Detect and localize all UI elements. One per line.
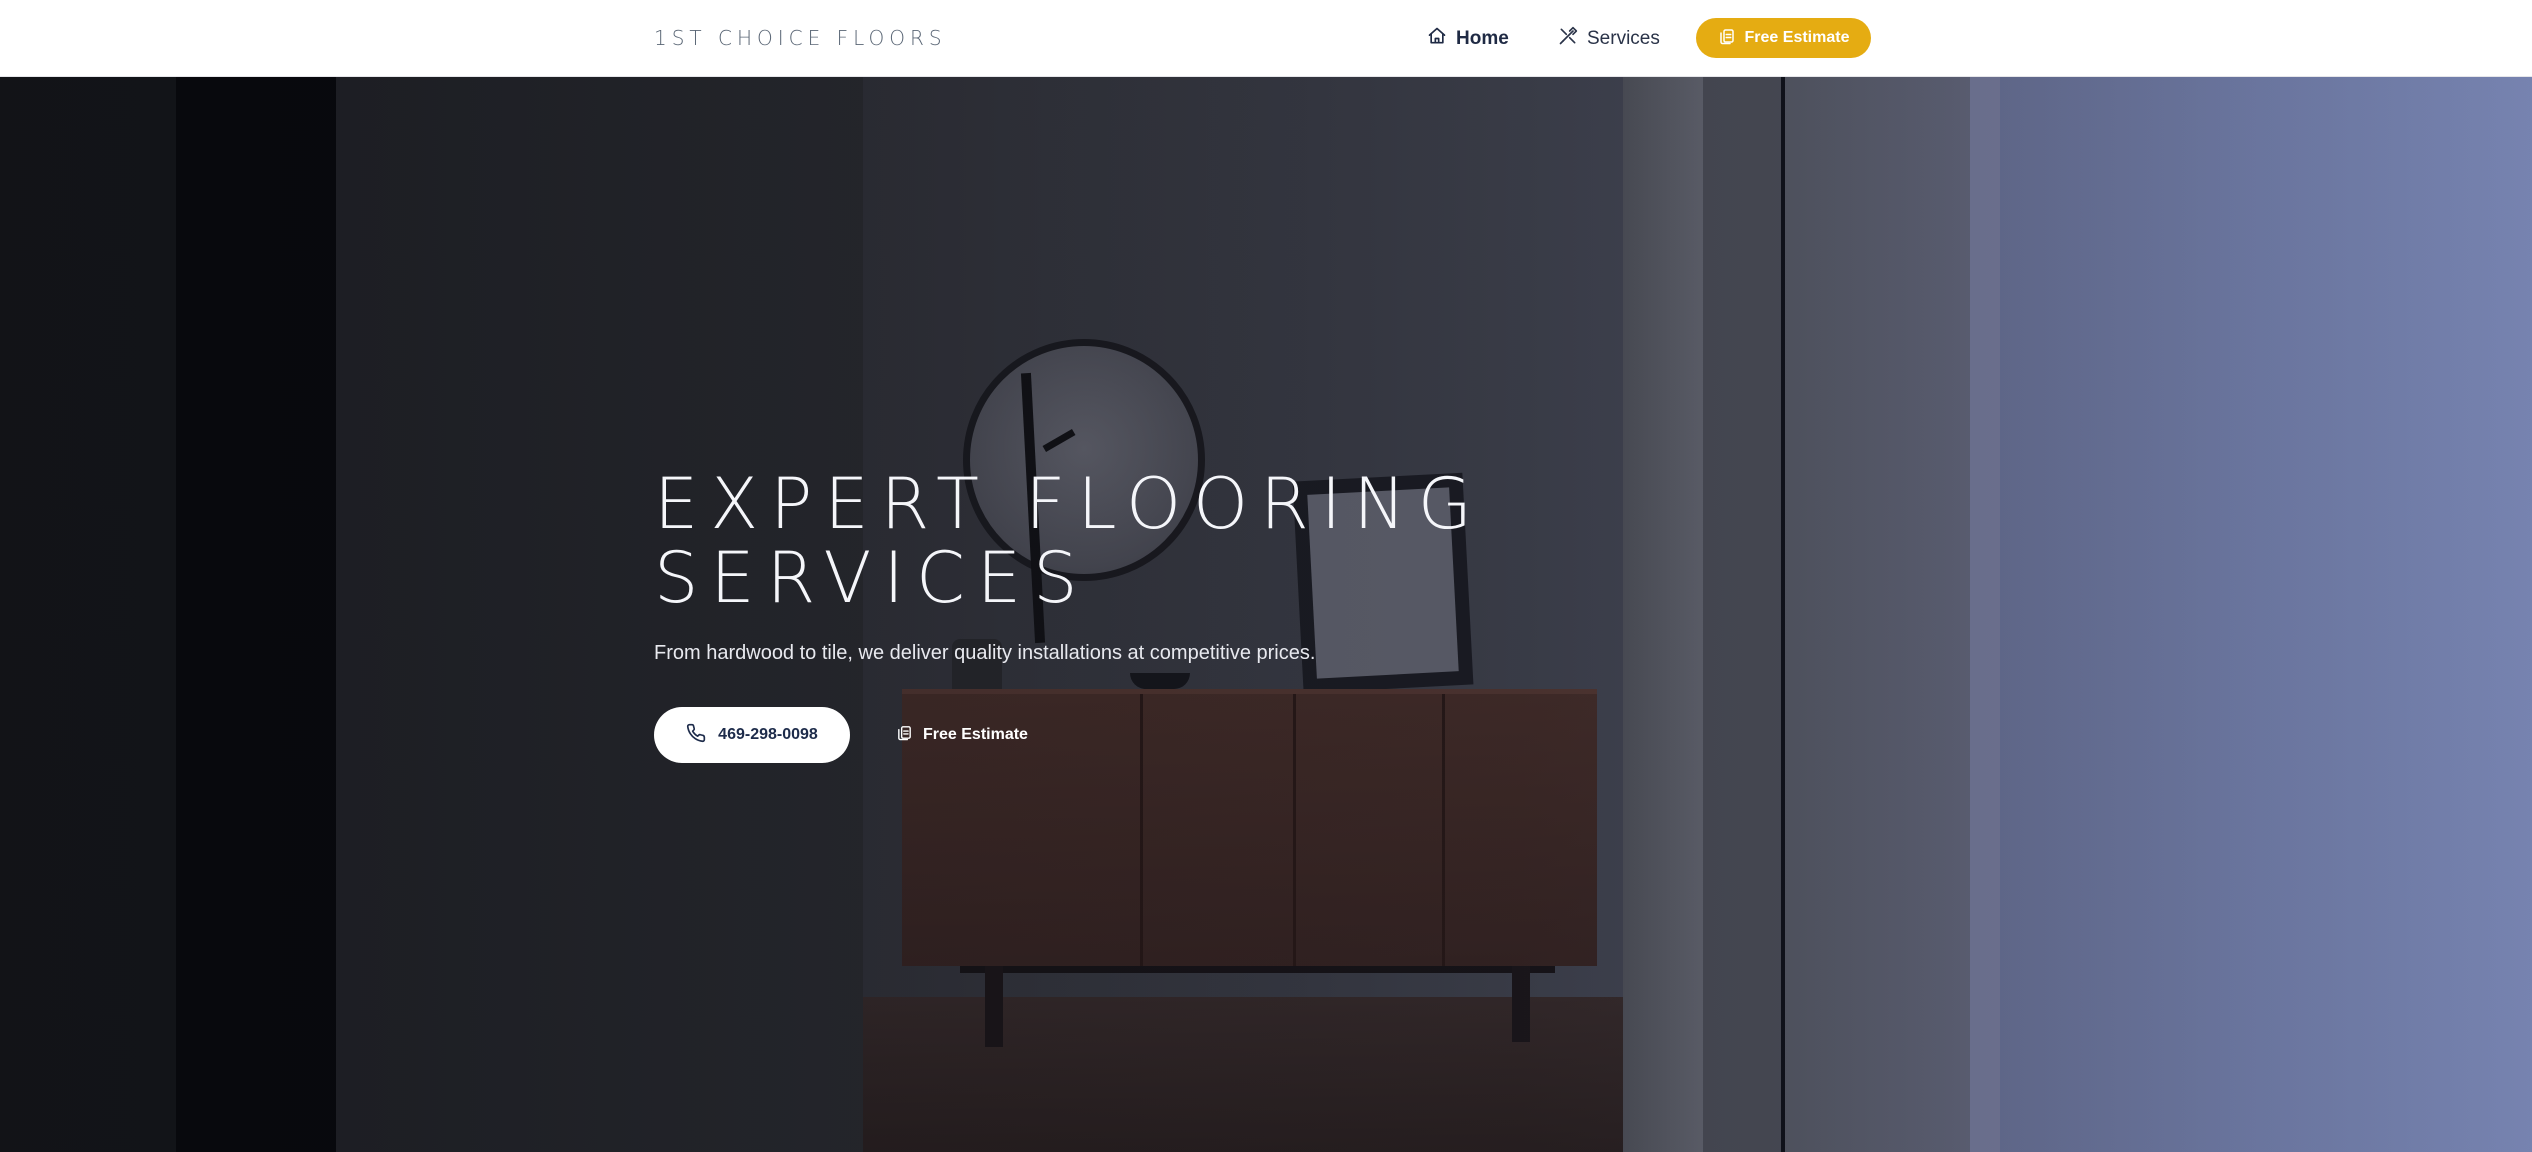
nav-link-services[interactable]: Services bbox=[1558, 24, 1660, 54]
hero-subtitle: From hardwood to tile, we deliver qualit… bbox=[654, 642, 1316, 664]
hero-title: EXPERT FLOORING SERVICES bbox=[654, 467, 1554, 615]
hero-actions: 469-298-0098 Free Estimate bbox=[654, 707, 1554, 763]
estimate-icon bbox=[1718, 27, 1736, 50]
hero-content: EXPERT FLOORING SERVICES From hardwood t… bbox=[654, 467, 1554, 763]
home-icon bbox=[1427, 26, 1447, 52]
call-phone-button[interactable]: 469-298-0098 bbox=[654, 707, 850, 763]
tools-icon bbox=[1558, 26, 1578, 52]
estimate-icon bbox=[896, 724, 913, 746]
free-estimate-hero-label: Free Estimate bbox=[923, 726, 1028, 743]
nav-link-home[interactable]: Home bbox=[1427, 24, 1509, 54]
brand-logo[interactable]: 1ST CHOICE FLOORS bbox=[654, 26, 947, 50]
hero-title-line-2: SERVICES bbox=[654, 537, 1090, 619]
free-estimate-hero-button[interactable]: Free Estimate bbox=[896, 707, 1028, 763]
free-estimate-nav-label: Free Estimate bbox=[1744, 29, 1850, 46]
free-estimate-nav-button[interactable]: Free Estimate bbox=[1696, 18, 1871, 58]
call-phone-label: 469-298-0098 bbox=[718, 726, 818, 743]
hero-title-line-1: EXPERT FLOORING bbox=[654, 463, 1485, 545]
nav-link-services-label: Services bbox=[1587, 28, 1660, 49]
nav-link-home-label: Home bbox=[1456, 28, 1509, 49]
phone-icon bbox=[686, 723, 706, 748]
site-header: 1ST CHOICE FLOORS Home Services Free Est… bbox=[0, 0, 2532, 77]
hero-section: EXPERT FLOORING SERVICES From hardwood t… bbox=[0, 77, 2532, 1152]
